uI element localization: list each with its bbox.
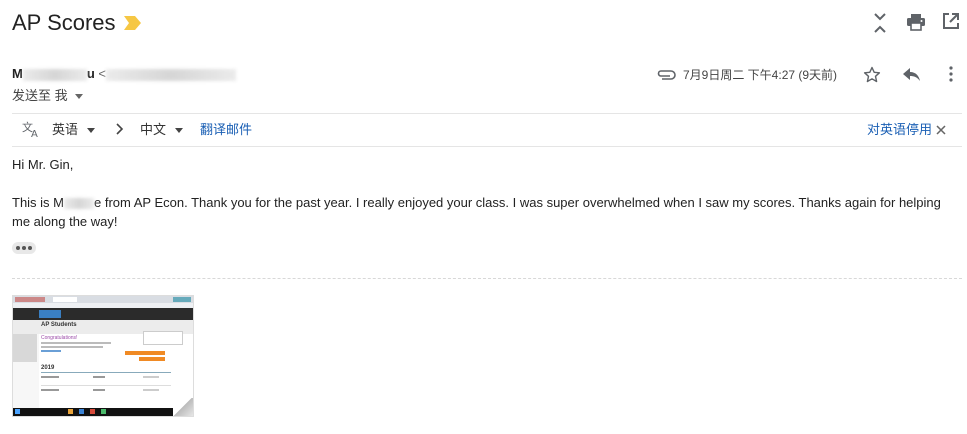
- more-options-icon[interactable]: [949, 66, 953, 82]
- attachment-divider: [12, 278, 962, 279]
- chevron-down-icon: [86, 128, 95, 134]
- message-start: This is M: [12, 195, 64, 210]
- print-icon[interactable]: [906, 12, 926, 34]
- message-rest: e from AP Econ. Thank you for the past y…: [12, 195, 941, 229]
- target-language-label: 中文: [140, 122, 167, 137]
- message-paragraph: This is Me from AP Econ. Thank you for t…: [12, 193, 942, 231]
- chevron-down-icon: [75, 94, 84, 100]
- svg-text:A: A: [31, 129, 38, 138]
- thumbnail-header-title: AP Students: [41, 322, 77, 328]
- target-language-select[interactable]: 中文: [140, 122, 183, 138]
- translate-bar: 文A 英语 中文 翻译邮件 对英语停用: [12, 116, 962, 146]
- email-subject: AP Scores: [12, 10, 116, 35]
- divider: [12, 113, 962, 114]
- divider: [12, 146, 962, 147]
- thumbnail-year-text: 2019: [41, 365, 55, 371]
- open-in-new-window-icon[interactable]: [942, 12, 960, 34]
- sender-info[interactable]: Mu <: [12, 66, 237, 82]
- source-language-label: 英语: [52, 122, 79, 137]
- greeting-text: Hi Mr. Gin,: [12, 157, 74, 172]
- close-icon[interactable]: [936, 123, 946, 139]
- blurred-name: [64, 198, 94, 210]
- sender-name-start: M: [12, 66, 23, 81]
- translate-icon: 文A: [22, 120, 42, 142]
- attachment-icon: [656, 68, 676, 82]
- send-to-label: 发送至 我: [12, 88, 68, 103]
- blurred-sender-name: [22, 68, 87, 81]
- reply-icon[interactable]: [903, 68, 921, 82]
- collapse-all-icon[interactable]: [872, 12, 888, 34]
- sender-email-bracket: <: [98, 66, 107, 81]
- recipient-details[interactable]: 发送至 我: [12, 88, 84, 104]
- attachment-thumbnail[interactable]: AP Students Congratulations! 2019: [12, 295, 194, 417]
- chevron-right-icon: [116, 123, 124, 139]
- star-icon[interactable]: [863, 66, 881, 84]
- disable-translation-link[interactable]: 对英语停用: [867, 122, 932, 138]
- translate-message-link[interactable]: 翻译邮件: [200, 122, 252, 138]
- chevron-down-icon: [174, 128, 183, 134]
- blurred-sender-email: [106, 68, 237, 81]
- show-trimmed-content-button[interactable]: [12, 242, 36, 254]
- thumbnail-congrats-text: Congratulations!: [41, 335, 78, 341]
- email-date: 7月9日周二 下午4:27 (9天前): [683, 68, 838, 82]
- sender-name-end: u: [86, 66, 95, 81]
- source-language-select[interactable]: 英语: [52, 122, 95, 138]
